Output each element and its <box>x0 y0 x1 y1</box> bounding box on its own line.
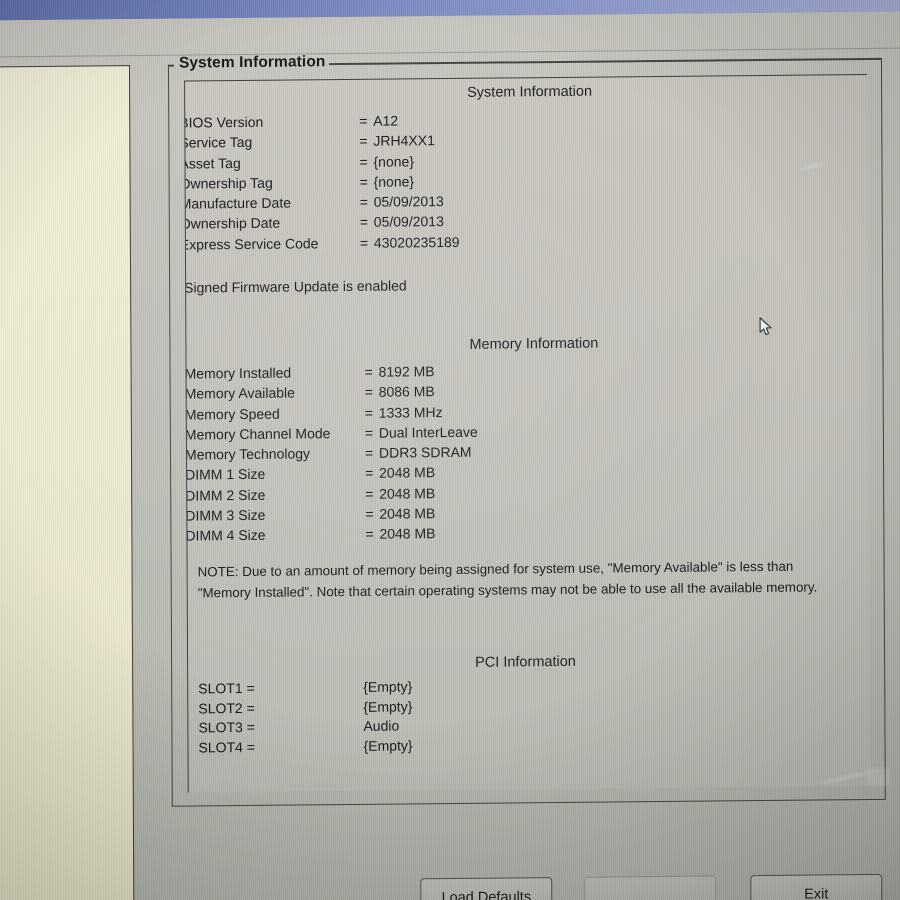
row-value: {none} <box>373 173 415 190</box>
table-row: DIMM 1 Size = 2048 MB <box>185 462 478 485</box>
row-value: DDR3 SDRAM <box>378 443 472 461</box>
table-row: BIOS Version = A12 <box>184 110 459 133</box>
row-value: 05/09/2013 <box>373 213 444 231</box>
row-label: DIMM 2 Size <box>185 486 266 504</box>
row-label: SLOT1 = <box>198 679 255 697</box>
table-row: DIMM 4 Size = 2048 MB <box>185 523 478 546</box>
exit-button[interactable]: Exit <box>750 873 883 900</box>
table-row: Memory Available = 8086 MB <box>185 381 478 404</box>
section-heading-pci-information: PCI Information <box>475 653 576 671</box>
row-value: 43020235189 <box>373 233 460 251</box>
row-label: DIMM 1 Size <box>185 466 266 484</box>
section-heading-system-information: System Information <box>467 83 593 101</box>
row-label: DIMM 4 Size <box>185 527 266 544</box>
navigation-tree-list[interactable] <box>0 66 133 900</box>
row-value: JRH4XX1 <box>373 132 435 150</box>
table-row: Manufacture Date = 05/09/2013 <box>184 191 459 214</box>
row-equals: = <box>359 234 369 251</box>
table-row: SLOT4 = {Empty} <box>198 736 412 758</box>
row-label: SLOT4 = <box>198 738 255 755</box>
section-heading-memory-information: Memory Information <box>469 335 599 353</box>
row-equals: = <box>359 193 368 211</box>
row-equals: = <box>365 505 374 522</box>
table-row: DIMM 3 Size = 2048 MB <box>185 503 478 526</box>
screen-glare-mark <box>867 767 890 787</box>
table-row: DIMM 2 Size = 2048 MB <box>185 483 478 506</box>
table-row: SLOT1 = {Empty} <box>198 677 412 699</box>
table-row: Memory Channel Mode = Dual InterLeave <box>185 422 478 445</box>
row-label: Express Service Code <box>184 235 319 253</box>
row-label: Ownership Tag <box>184 174 273 192</box>
groupbox-legend-label: System Information <box>178 53 326 72</box>
row-value: 2048 MB <box>379 525 436 543</box>
row-label: Memory Installed <box>184 364 292 382</box>
table-row: Asset Tag = {none} <box>184 151 459 174</box>
table-row: Service Tag = JRH4XX1 <box>184 130 459 153</box>
row-value: {Empty} <box>363 736 413 754</box>
row-label: Memory Technology <box>184 445 311 463</box>
row-label: Memory Speed <box>184 405 280 423</box>
signed-firmware-update-status: Signed Firmware Update is enabled <box>184 277 407 296</box>
row-label: Memory Channel Mode <box>184 425 331 443</box>
row-value: {none} <box>373 152 415 170</box>
row-equals: = <box>364 404 374 421</box>
row-equals: = <box>364 424 374 441</box>
row-equals: = <box>365 526 374 543</box>
row-equals: = <box>364 363 373 380</box>
row-value: 2048 MB <box>379 464 436 482</box>
table-row: Memory Technology = DDR3 SDRAM <box>185 442 478 465</box>
row-label: Asset Tag <box>184 154 241 172</box>
table-row: Express Service Code = 43020235189 <box>184 232 460 255</box>
row-value: A12 <box>373 112 399 129</box>
memory-information-table: Memory Installed = 8192 MB Memory Availa… <box>185 361 479 546</box>
row-equals: = <box>365 465 374 482</box>
row-value: 2048 MB <box>379 484 436 502</box>
row-value: 1333 MHz <box>378 403 443 421</box>
row-label: Manufacture Date <box>184 194 292 212</box>
table-row: Ownership Tag = {none} <box>184 171 459 194</box>
row-label: Ownership Date <box>184 215 281 233</box>
memory-availability-note: NOTE: Due to an amount of memory being a… <box>197 558 818 600</box>
row-value: 8086 MB <box>378 383 435 400</box>
row-value: Dual InterLeave <box>378 423 478 441</box>
row-equals: = <box>359 133 368 150</box>
row-value: Audio <box>363 717 400 734</box>
row-value: 2048 MB <box>379 505 436 522</box>
table-row: Memory Installed = 8192 MB <box>185 361 478 384</box>
row-equals: = <box>359 173 368 190</box>
row-equals: = <box>364 384 373 401</box>
row-label: SLOT3 = <box>198 718 255 736</box>
row-equals: = <box>359 112 368 129</box>
bios-setup-photo: System Information System Information BI… <box>0 0 900 900</box>
system-information-content-panel: System Information BIOS Version = A12 Se… <box>184 73 871 793</box>
navigation-tree-panel[interactable] <box>0 65 135 900</box>
row-value: {Empty} <box>363 697 413 715</box>
row-label: DIMM 3 Size <box>185 506 266 524</box>
row-value: 8192 MB <box>378 363 435 380</box>
row-label: Service Tag <box>184 134 253 151</box>
row-equals: = <box>359 214 369 231</box>
row-label: SLOT2 = <box>198 699 255 716</box>
screen-surface: System Information System Information BI… <box>0 0 900 900</box>
pci-information-table: SLOT1 = {Empty} SLOT2 = {Empty} SLOT3 = … <box>198 677 412 757</box>
system-information-table: BIOS Version = A12 Service Tag = JRH4XX1… <box>184 110 460 255</box>
table-row: SLOT3 = Audio <box>198 716 412 738</box>
table-row: SLOT2 = {Empty} <box>198 697 412 719</box>
secondary-action-button[interactable] <box>584 875 717 900</box>
row-equals: = <box>364 444 374 462</box>
row-label: BIOS Version <box>184 113 264 131</box>
table-row: Memory Speed = 1333 MHz <box>185 401 478 424</box>
load-defaults-button[interactable]: Load Defaults <box>420 877 553 900</box>
row-value: {Empty} <box>363 678 413 695</box>
row-value: 05/09/2013 <box>373 193 444 210</box>
table-row: Ownership Date = 05/09/2013 <box>184 211 459 234</box>
row-equals: = <box>359 153 368 170</box>
row-label: Memory Available <box>184 384 295 402</box>
row-equals: = <box>365 485 374 502</box>
